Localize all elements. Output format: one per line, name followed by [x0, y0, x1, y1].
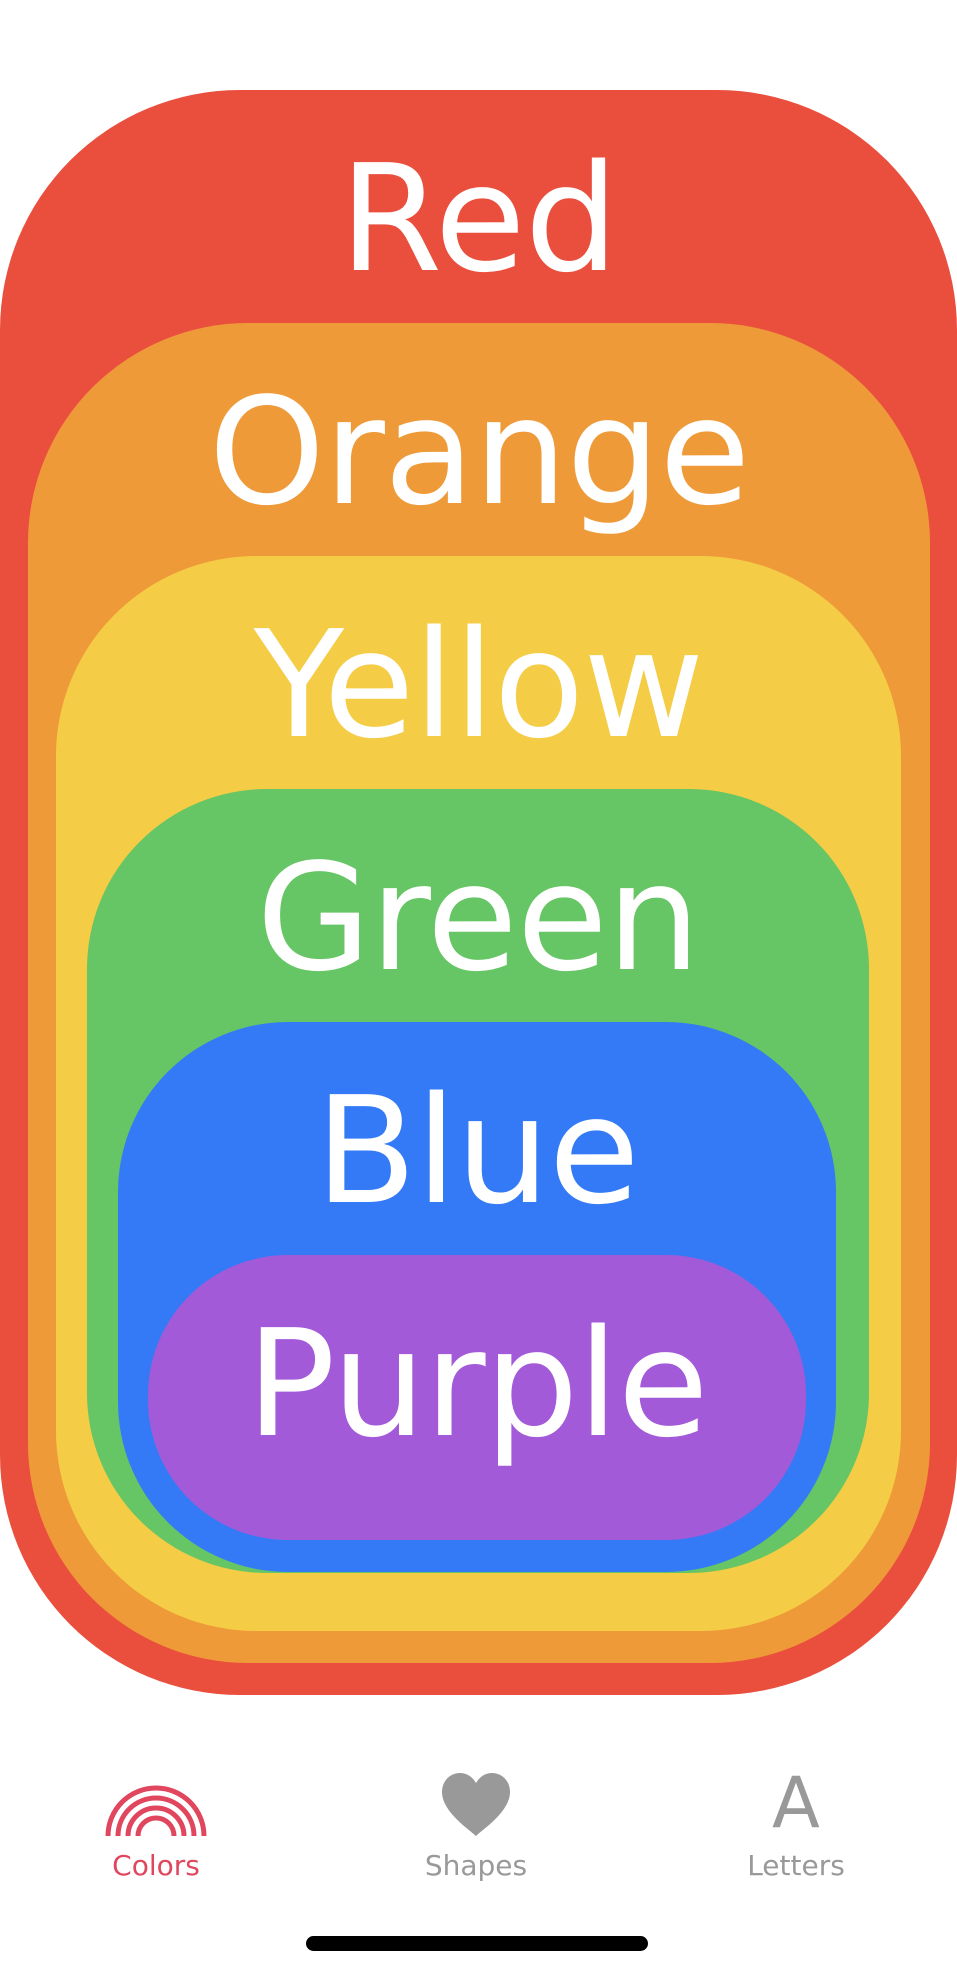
rainbow-icon: [101, 1768, 211, 1838]
tab-colors[interactable]: Colors: [56, 1740, 256, 1890]
layer-label-green: Green: [256, 832, 700, 1004]
tab-label-shapes: Shapes: [424, 1849, 528, 1882]
layer-label-yellow: Yellow: [253, 599, 705, 771]
home-indicator: [306, 1936, 648, 1951]
layer-label-blue: Blue: [315, 1065, 640, 1237]
letter-a-icon: A: [741, 1768, 851, 1838]
tab-letters[interactable]: A Letters: [696, 1740, 896, 1890]
heart-icon: [421, 1768, 531, 1838]
tab-shapes[interactable]: Shapes: [376, 1740, 576, 1890]
tab-label-colors: Colors: [112, 1849, 200, 1882]
letter-a-glyph: A: [772, 1762, 820, 1844]
layer-label-red: Red: [339, 133, 618, 305]
tab-bar: Colors Shapes A Letters: [0, 1740, 957, 1900]
layer-label-orange: Orange: [208, 366, 751, 538]
layer-label-purple: Purple: [246, 1298, 708, 1470]
tab-label-letters: Letters: [747, 1849, 845, 1882]
layer-purple[interactable]: Purple: [148, 1255, 806, 1540]
